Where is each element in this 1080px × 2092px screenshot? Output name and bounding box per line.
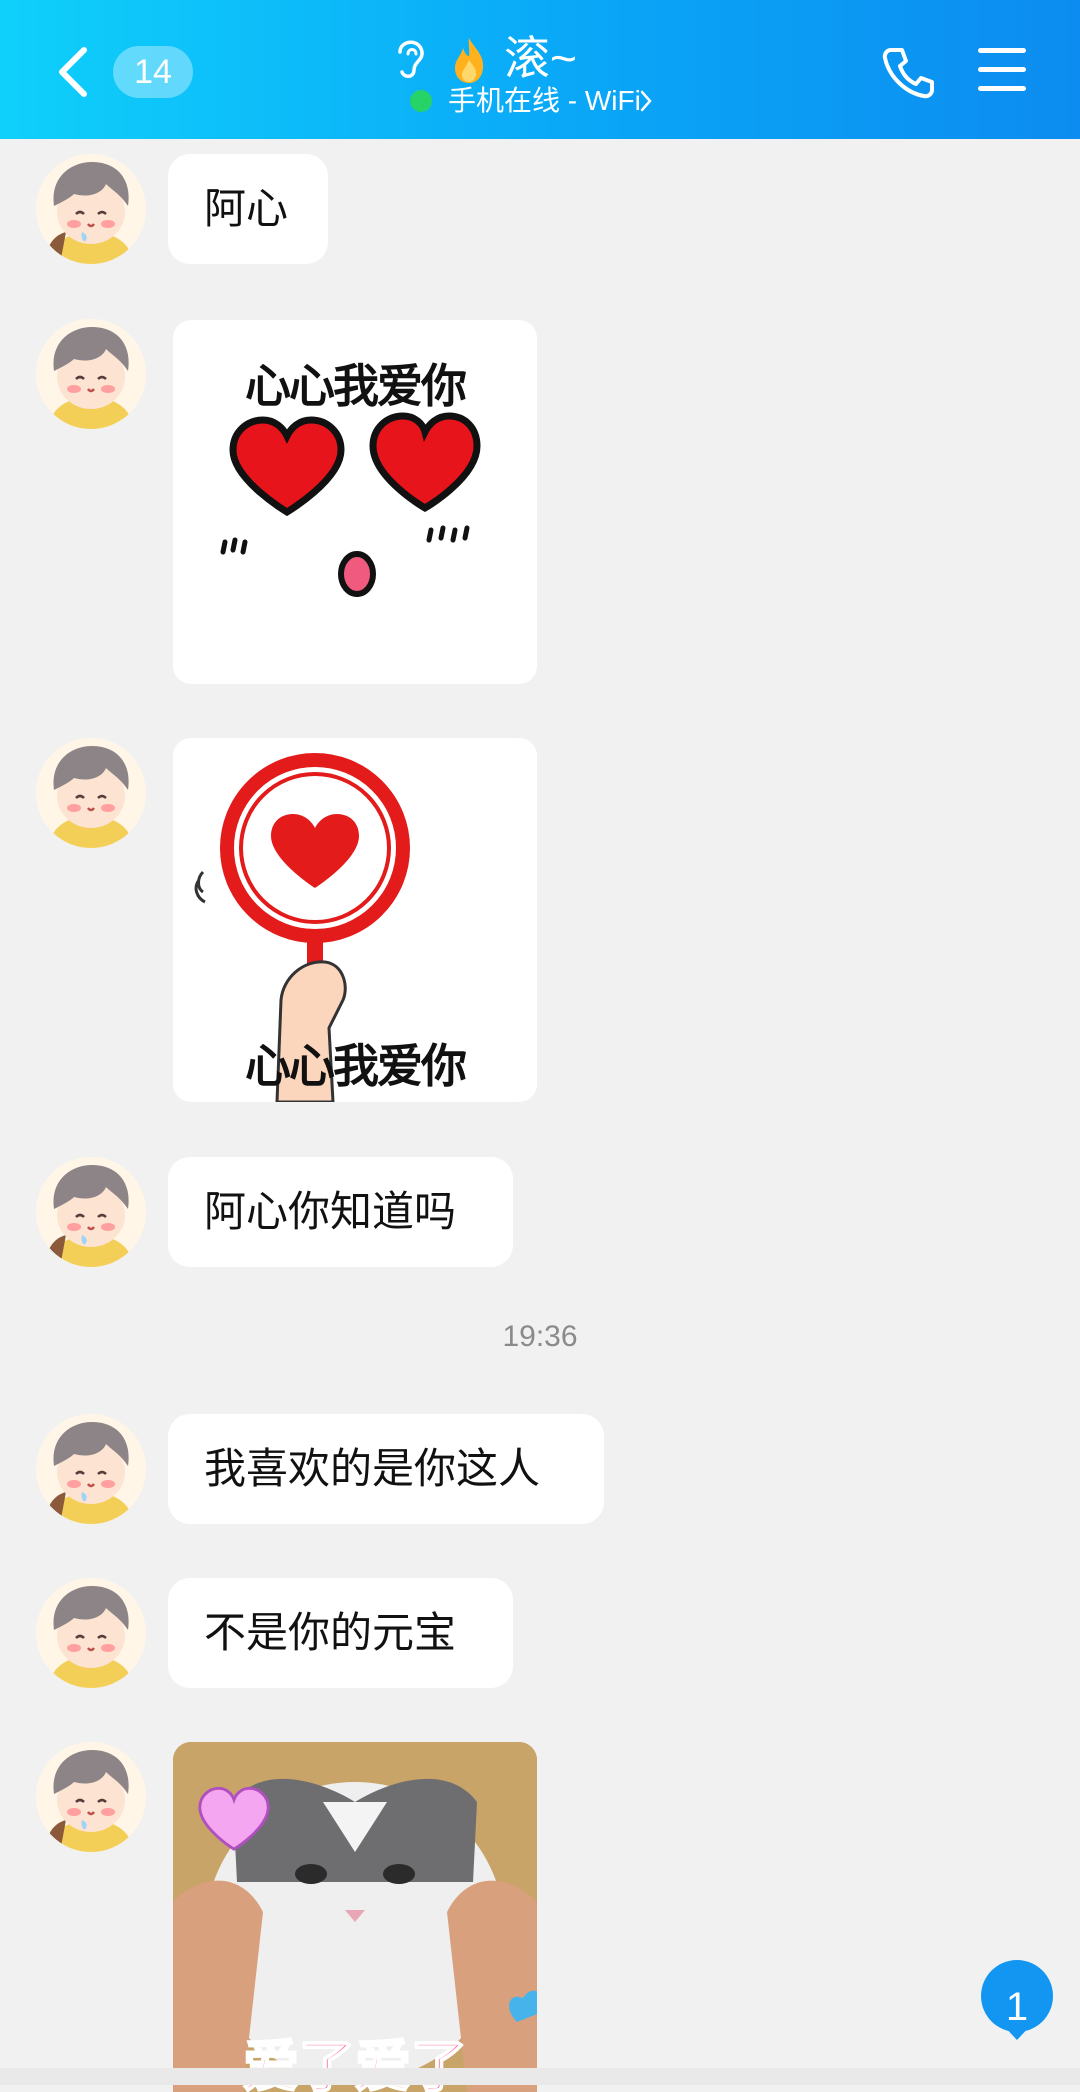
back-chevron-icon [59,47,87,97]
chevron-right-icon [640,90,652,112]
sticker-cat[interactable]: 爱了爱了 [173,1742,537,2092]
menu-icon [978,48,1026,53]
sticker-hearts-eyes[interactable]: 心心我爱你 [173,320,537,684]
chat-header: 14 滚~ 手机在线 - WiFi [0,0,1080,139]
avatar[interactable] [36,319,146,429]
online-status-text: 手机在线 - WiFi [448,85,641,116]
chat-name: 滚~ [504,32,577,84]
sticker-heart-sign[interactable]: 心心我爱你 [173,738,537,1102]
message-bubble[interactable]: 阿心你知道吗 [168,1157,513,1267]
menu-icon-line [978,86,1026,91]
back-button[interactable] [52,44,96,100]
avatar-image [36,154,146,264]
message-timestamp: 19:36 [502,1320,578,1353]
message-bubble[interactable]: 阿心 [168,154,328,264]
sticker-text: 心心我爱你 [245,1039,467,1093]
heart-eyes-drawing [220,412,481,597]
avatar[interactable] [36,1742,146,1852]
bottom-input-edge [0,2068,1080,2085]
menu-button[interactable] [978,48,1026,92]
avatar[interactable] [36,738,146,848]
message-bubble[interactable]: 不是你的元宝 [168,1578,513,1688]
message-bubble[interactable]: 我喜欢的是你这人 [168,1414,604,1524]
avatar-image [36,1578,146,1688]
chat-title-area[interactable]: 滚~ 手机在线 - WiFi [380,24,800,124]
unread-count-badge[interactable]: 14 [113,46,193,98]
avatar[interactable] [36,1157,146,1267]
avatar[interactable] [36,1414,146,1524]
online-status-dot [410,90,432,112]
new-message-count[interactable]: 1 [980,1962,1054,2052]
avatar[interactable] [36,1578,146,1688]
avatar-image [36,738,146,848]
avatar-image [36,1742,146,1852]
avatar[interactable] [36,154,146,264]
phone-icon [882,48,934,99]
avatar-image [36,319,146,429]
voice-call-button[interactable] [880,44,936,100]
avatar-image [36,1414,146,1524]
ear-icon [398,40,424,78]
menu-icon-line [978,67,1026,72]
avatar-image [36,1157,146,1267]
flame-icon [455,38,484,83]
